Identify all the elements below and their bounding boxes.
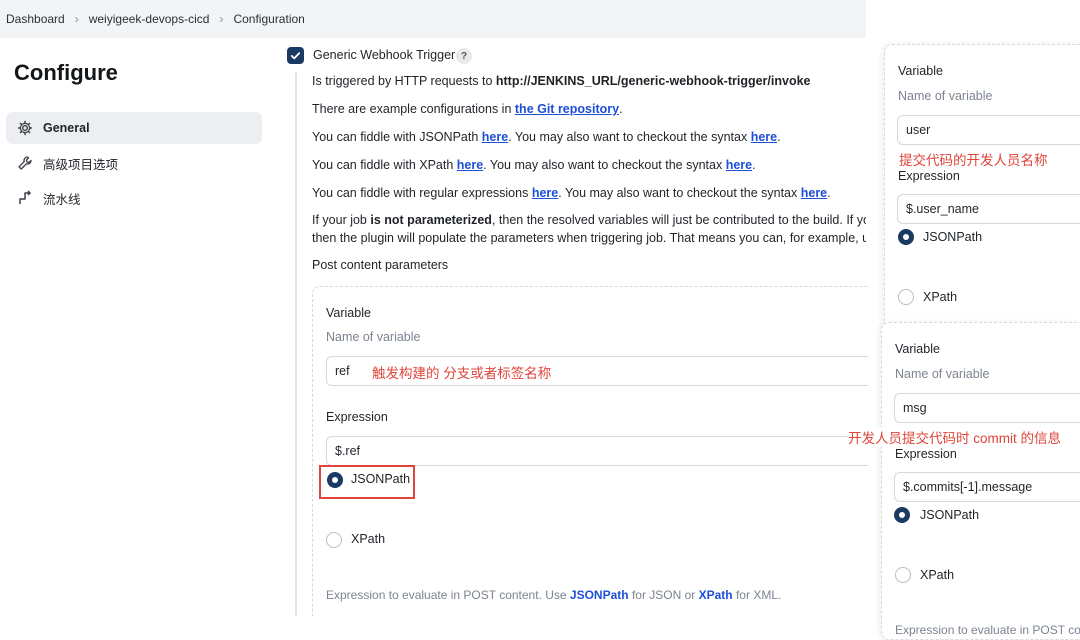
expression-label: Expression bbox=[895, 447, 957, 461]
regex-syntax-link[interactable]: here bbox=[801, 186, 827, 200]
sidebar-item-label: 高级项目选项 bbox=[43, 157, 119, 172]
sidebar-item-general[interactable]: General bbox=[6, 112, 262, 144]
parameterized-text-2: then the plugin will populate the parame… bbox=[312, 231, 866, 245]
help-icon[interactable]: ? bbox=[456, 48, 472, 64]
parameterized-text: If your job is not parameterized, then t… bbox=[312, 213, 866, 227]
xpath-radio[interactable] bbox=[898, 289, 914, 305]
post-content-parameters-label: Post content parameters bbox=[312, 258, 449, 272]
sidebar-item-pipeline[interactable]: 流水线 bbox=[6, 182, 262, 214]
breadcrumb: Dashboard › weiyigeek-devops-cicd › Conf… bbox=[0, 0, 866, 38]
name-of-variable-hint: Name of variable bbox=[326, 330, 421, 344]
xpath-radio-label[interactable]: XPath bbox=[920, 568, 954, 582]
expression-help-text: Expression to evaluate in POST content. … bbox=[326, 588, 782, 602]
sidebar-item-label: 流水线 bbox=[43, 192, 81, 207]
gear-icon bbox=[16, 119, 34, 137]
git-repository-link[interactable]: the Git repository bbox=[515, 102, 619, 116]
webhook-url: http://JENKINS_URL/generic-webhook-trigg… bbox=[495, 74, 811, 88]
variable-label: Variable bbox=[895, 342, 940, 356]
jsonpath-link[interactable]: JSONPath bbox=[570, 588, 629, 602]
chevron-right-icon: › bbox=[219, 12, 224, 26]
page-title: Configure bbox=[14, 60, 118, 85]
expression-input[interactable]: $.commits[-1].message bbox=[894, 472, 1080, 502]
breadcrumb-configuration[interactable]: Configuration bbox=[233, 12, 304, 26]
name-of-variable-hint: Name of variable bbox=[898, 89, 993, 103]
sidebar-item-advanced[interactable]: 高级项目选项 bbox=[6, 147, 262, 179]
trigger-label: Generic Webhook Trigger bbox=[313, 48, 456, 62]
generic-webhook-trigger-checkbox[interactable] bbox=[287, 47, 304, 64]
jsonpath-syntax-link[interactable]: here bbox=[751, 130, 777, 144]
section-divider bbox=[295, 72, 297, 616]
jsonpath-radio[interactable] bbox=[894, 507, 910, 523]
sidebar-item-label: General bbox=[43, 121, 90, 135]
regex-fiddle-link[interactable]: here bbox=[532, 186, 558, 200]
expression-label: Expression bbox=[898, 169, 960, 183]
expression-help-text: Expression to evaluate in POST con bbox=[895, 623, 1080, 637]
regex-text: You can fiddle with regular expressions … bbox=[312, 186, 831, 200]
jsonpath-radio-label[interactable]: JSONPath bbox=[923, 230, 982, 244]
variable-label: Variable bbox=[326, 306, 371, 320]
xpath-syntax-link[interactable]: here bbox=[726, 158, 752, 172]
expression-label: Expression bbox=[326, 410, 388, 424]
name-of-variable-hint: Name of variable bbox=[895, 367, 990, 381]
xpath-radio[interactable] bbox=[326, 532, 342, 548]
xpath-fiddle-link[interactable]: here bbox=[457, 158, 483, 172]
breadcrumb-dashboard[interactable]: Dashboard bbox=[6, 12, 65, 26]
breadcrumb-project[interactable]: weiyigeek-devops-cicd bbox=[89, 12, 210, 26]
variable-name-input[interactable]: msg bbox=[894, 393, 1080, 423]
expression-input[interactable]: $.ref bbox=[326, 436, 868, 466]
xpath-link[interactable]: XPath bbox=[699, 588, 733, 602]
trigger-url-text: Is triggered by HTTP requests to http://… bbox=[312, 74, 811, 88]
jsonpath-fiddle-link[interactable]: here bbox=[482, 130, 508, 144]
variable-label: Variable bbox=[898, 64, 943, 78]
xpath-radio-label[interactable]: XPath bbox=[351, 532, 385, 546]
xpath-radio[interactable] bbox=[895, 567, 911, 583]
check-icon bbox=[290, 52, 301, 60]
expression-input[interactable]: $.user_name bbox=[897, 194, 1080, 224]
annotation-ref: 触发构建的 分支或者标签名称 bbox=[372, 366, 552, 381]
git-repo-text: There are example configurations in the … bbox=[312, 102, 623, 116]
pipeline-icon bbox=[16, 189, 34, 207]
xpath-text: You can fiddle with XPath here. You may … bbox=[312, 158, 756, 172]
highlight-box bbox=[319, 465, 415, 499]
jsonpath-text: You can fiddle with JSONPath here. You m… bbox=[312, 130, 781, 144]
jsonpath-radio[interactable] bbox=[898, 229, 914, 245]
xpath-radio-label[interactable]: XPath bbox=[923, 290, 957, 304]
variable-name-input[interactable]: user bbox=[897, 115, 1080, 145]
jsonpath-radio-label[interactable]: JSONPath bbox=[920, 508, 979, 522]
annotation-msg: 开发人员提交代码时 commit 的信息 bbox=[848, 427, 1062, 447]
wrench-icon bbox=[16, 154, 34, 172]
chevron-right-icon: › bbox=[74, 12, 79, 26]
annotation-user: 提交代码的开发人员名称 bbox=[899, 153, 1048, 168]
sidebar-nav: General 高级项目选项 流水线 bbox=[6, 112, 262, 217]
